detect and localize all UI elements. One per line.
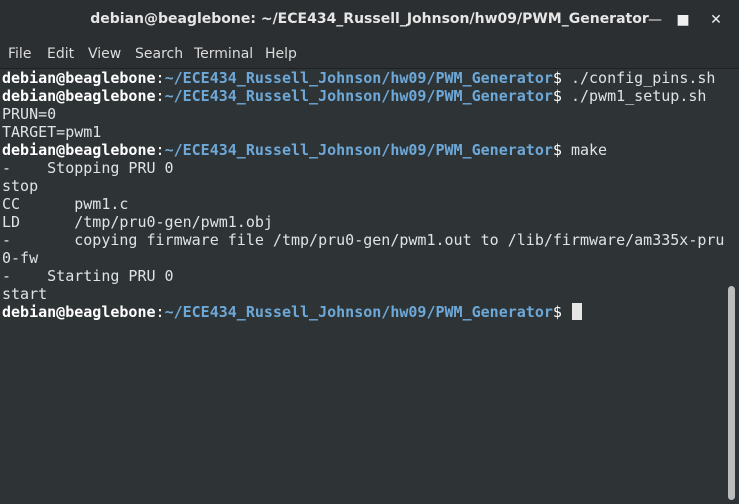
prompt-symbol: $ <box>552 87 571 105</box>
prompt-path: ~/ECE434_Russell_Johnson/hw09/PWM_Genera… <box>164 87 553 105</box>
terminal-window: debian@beaglebone: ~/ECE434_Russell_John… <box>0 0 739 504</box>
menu-edit[interactable]: Edit <box>47 46 74 62</box>
close-icon[interactable]: ✕ <box>707 11 725 29</box>
prompt-path: ~/ECE434_Russell_Johnson/hw09/PWM_Genera… <box>164 141 553 159</box>
prompt-line: debian@beaglebone:~/ECE434_Russell_Johns… <box>2 303 582 321</box>
prompt-separator: : <box>155 69 165 87</box>
command-text: ./pwm1_setup.sh <box>570 87 707 105</box>
output-line: start <box>2 285 48 303</box>
output-line: TARGET=pwm1 <box>2 123 102 141</box>
title-bar[interactable]: debian@beaglebone: ~/ECE434_Russell_John… <box>0 0 739 40</box>
prompt-separator: : <box>155 141 165 159</box>
window-title: debian@beaglebone: ~/ECE434_Russell_John… <box>90 11 649 27</box>
menu-search[interactable]: Search <box>135 46 183 62</box>
minimize-icon[interactable]: — <box>646 11 664 29</box>
prompt-user: debian@beaglebone <box>2 141 156 159</box>
menu-terminal[interactable]: Terminal <box>194 46 253 62</box>
prompt-separator: : <box>155 87 165 105</box>
prompt-user: debian@beaglebone <box>2 303 156 321</box>
prompt-path: ~/ECE434_Russell_Johnson/hw09/PWM_Genera… <box>164 303 553 321</box>
prompt-line: debian@beaglebone:~/ECE434_Russell_Johns… <box>2 141 607 159</box>
menu-bar: File Edit View Search Terminal Help <box>0 40 739 69</box>
output-line: - Starting PRU 0 <box>2 267 174 285</box>
command-text: ./config_pins.sh <box>570 69 716 87</box>
menu-help[interactable]: Help <box>265 46 297 62</box>
output-line: 0-fw <box>2 249 39 267</box>
scrollbar-thumb[interactable] <box>728 286 735 500</box>
output-line: PRUN=0 <box>2 105 57 123</box>
prompt-user: debian@beaglebone <box>2 69 156 87</box>
text-cursor <box>571 303 582 320</box>
prompt-symbol: $ <box>552 303 571 321</box>
prompt-user: debian@beaglebone <box>2 87 156 105</box>
menu-view[interactable]: View <box>88 46 121 62</box>
prompt-path: ~/ECE434_Russell_Johnson/hw09/PWM_Genera… <box>164 69 553 87</box>
output-line: CC pwm1.c <box>2 195 129 213</box>
prompt-line: debian@beaglebone:~/ECE434_Russell_Johns… <box>2 87 706 105</box>
output-line: LD /tmp/pru0-gen/pwm1.obj <box>2 213 273 231</box>
terminal-output[interactable]: debian@beaglebone:~/ECE434_Russell_Johns… <box>0 69 724 504</box>
output-line: - Stopping PRU 0 <box>2 159 174 177</box>
output-line: stop <box>2 177 39 195</box>
scrollbar[interactable] <box>724 69 739 504</box>
prompt-line: debian@beaglebone:~/ECE434_Russell_Johns… <box>2 69 715 87</box>
maximize-icon[interactable]: ■ <box>674 11 692 29</box>
prompt-separator: : <box>155 303 165 321</box>
command-text: make <box>570 141 608 159</box>
menu-file[interactable]: File <box>8 46 31 62</box>
output-line: - copying firmware file /tmp/pru0-gen/pw… <box>2 231 725 249</box>
prompt-symbol: $ <box>552 141 571 159</box>
prompt-symbol: $ <box>552 69 571 87</box>
